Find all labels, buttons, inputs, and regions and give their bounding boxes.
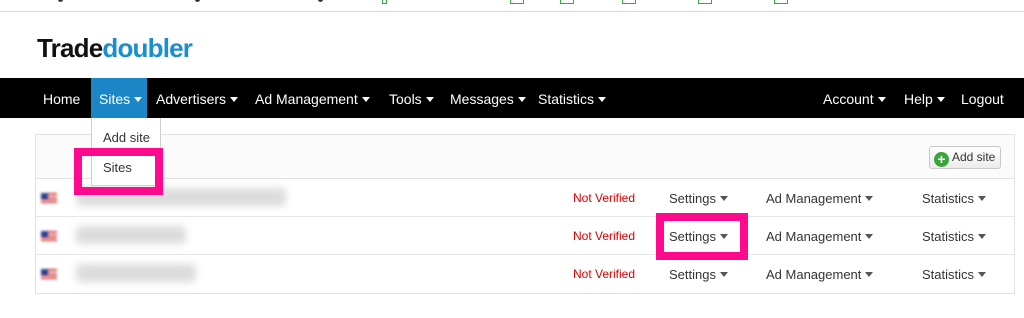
top-toolbar-strip — [0, 0, 1024, 12]
table-row: Not Verified Settings Ad Management Stat… — [36, 255, 1014, 293]
statistics-menu-label: Statistics — [922, 229, 975, 244]
settings-menu[interactable]: Settings — [669, 255, 728, 295]
status-text: Not Verified — [573, 191, 636, 205]
nav-messages-label: Messages — [450, 91, 514, 107]
nav-logout[interactable]: Logout — [961, 78, 1004, 118]
strip-checkbox-icon[interactable] — [698, 0, 712, 4]
strip-dot-icon — [58, 0, 63, 2]
chevron-down-icon — [134, 96, 143, 102]
chevron-down-icon — [425, 96, 434, 102]
blurred-site-name — [76, 226, 186, 244]
nav-home-label: Home — [43, 91, 81, 107]
ad-management-menu[interactable]: Ad Management — [766, 255, 874, 295]
nav-advertisers[interactable]: Advertisers — [156, 78, 239, 118]
nav-statistics[interactable]: Statistics — [538, 78, 607, 118]
chevron-down-icon — [719, 196, 728, 202]
ad-management-menu-label: Ad Management — [766, 267, 862, 282]
ad-management-menu[interactable]: Ad Management — [766, 217, 874, 257]
logo-text-trade: Trade — [37, 33, 103, 63]
blurred-site-name — [76, 264, 196, 282]
dropdown-item-add-site[interactable]: Add site — [103, 130, 150, 145]
nav-help[interactable]: Help — [904, 78, 945, 118]
nav-account-label: Account — [823, 91, 874, 107]
strip-checkbox-icon[interactable] — [774, 0, 788, 4]
statistics-menu-label: Statistics — [922, 267, 975, 282]
add-site-button[interactable]: + Add site — [929, 146, 1002, 169]
flag-icon — [41, 269, 57, 279]
panel-header: + Add site — [36, 135, 1014, 179]
nav-messages[interactable]: Messages — [450, 78, 526, 118]
chevron-down-icon — [936, 96, 945, 102]
plus-circle-icon: + — [934, 152, 949, 167]
nav-sites-label: Sites — [99, 91, 131, 107]
highlight-box-settings — [656, 213, 748, 260]
chevron-down-icon — [598, 96, 607, 102]
chevron-down-icon — [230, 96, 239, 102]
sites-panel: + Add site Not Verified Settings Ad Manag… — [35, 134, 1015, 294]
chevron-down-icon — [719, 272, 728, 278]
settings-menu-label: Settings — [669, 191, 716, 206]
nav-tools[interactable]: Tools — [389, 78, 434, 118]
strip-dot-icon — [195, 0, 200, 2]
settings-menu-label: Settings — [669, 267, 716, 282]
chevron-down-icon — [877, 96, 886, 102]
chevron-down-icon — [865, 234, 874, 240]
logo-text-doubler: doubler — [102, 33, 193, 63]
chevron-down-icon — [978, 272, 987, 278]
nav-ad-management-label: Ad Management — [255, 91, 358, 107]
nav-ad-management[interactable]: Ad Management — [255, 78, 370, 118]
nav-statistics-label: Statistics — [538, 91, 595, 107]
strip-checkbox-icon[interactable] — [622, 0, 636, 4]
nav-help-label: Help — [904, 91, 933, 107]
chevron-down-icon — [517, 96, 526, 102]
nav-home[interactable]: Home — [43, 78, 80, 118]
nav-tools-label: Tools — [389, 91, 422, 107]
table-row: Not Verified Settings Ad Management Stat… — [36, 179, 1014, 217]
ad-management-menu-label: Ad Management — [766, 191, 862, 206]
chevron-down-icon — [978, 234, 987, 240]
statistics-menu[interactable]: Statistics — [922, 217, 987, 257]
strip-checkbox-icon[interactable] — [510, 0, 524, 4]
status-text: Not Verified — [573, 267, 636, 281]
statistics-menu[interactable]: Statistics — [922, 179, 987, 219]
add-site-button-label: Add site — [952, 150, 996, 164]
chevron-down-icon — [361, 96, 370, 102]
tradedoubler-logo[interactable]: Tradedoubler — [37, 32, 193, 64]
statistics-menu[interactable]: Statistics — [922, 255, 987, 295]
nav-sites[interactable]: Sites — [91, 78, 147, 118]
nav-account[interactable]: Account — [823, 78, 886, 118]
nav-advertisers-label: Advertisers — [156, 91, 227, 107]
statistics-menu-label: Statistics — [922, 191, 975, 206]
strip-dot-icon — [318, 0, 323, 2]
main-nav: Home Sites Advertisers Ad Management Too… — [0, 78, 1024, 118]
ad-management-menu[interactable]: Ad Management — [766, 179, 874, 219]
strip-checkbox-icon[interactable] — [560, 0, 574, 4]
chevron-down-icon — [865, 196, 874, 202]
strip-checkbox-icon[interactable] — [382, 0, 387, 4]
flag-icon — [41, 193, 57, 203]
table-row: Not Verified Settings Ad Management Stat… — [36, 217, 1014, 255]
chevron-down-icon — [865, 272, 874, 278]
chevron-down-icon — [978, 196, 987, 202]
status-text: Not Verified — [573, 229, 636, 243]
ad-management-menu-label: Ad Management — [766, 229, 862, 244]
nav-logout-label: Logout — [961, 91, 1004, 107]
highlight-box-sites-item — [74, 148, 163, 195]
flag-icon — [41, 231, 57, 241]
